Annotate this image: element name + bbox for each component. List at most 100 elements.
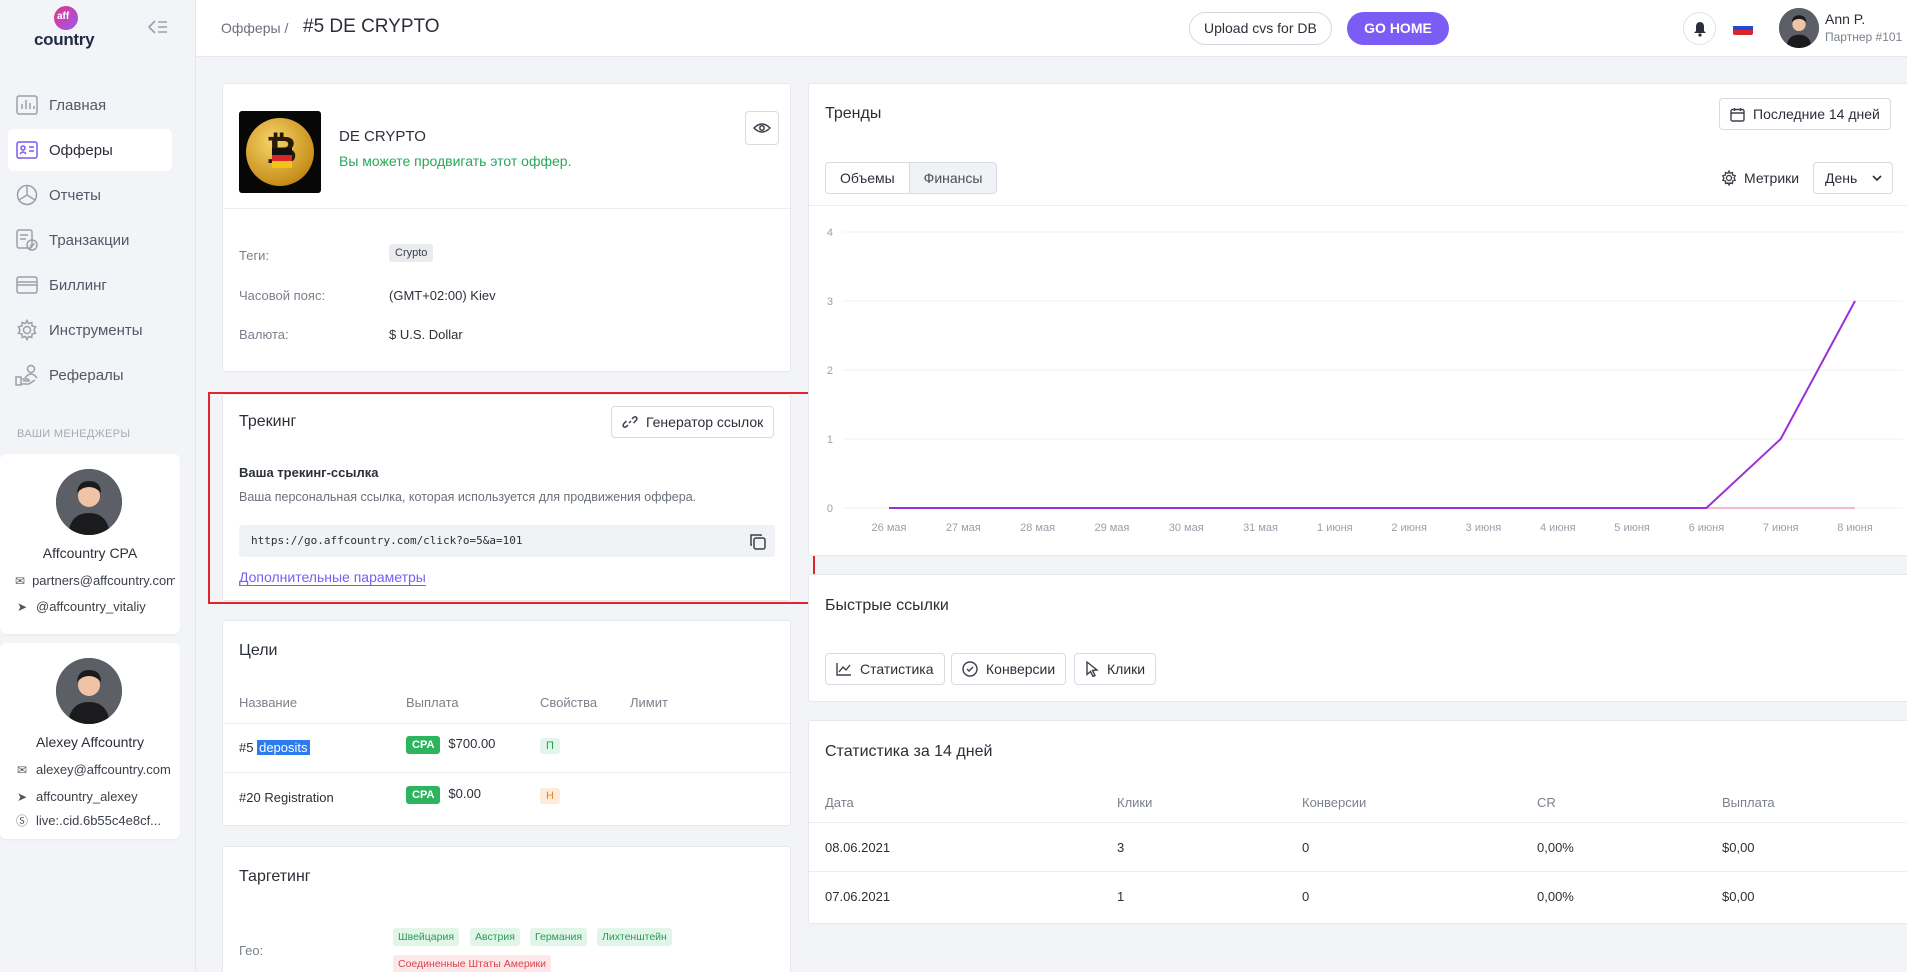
sidebar-item-offers[interactable]: Офферы xyxy=(8,129,172,171)
user-name[interactable]: Ann P. xyxy=(1825,11,1865,27)
manager-card: Alexey Affcountry ✉ alexey@affcountry.com… xyxy=(0,643,180,839)
avatar[interactable] xyxy=(1779,8,1819,48)
table-cell: 1 xyxy=(1117,889,1125,904)
manager-email[interactable]: ✉ alexey@affcountry.com xyxy=(15,762,175,777)
tag-badge: Crypto xyxy=(389,244,434,262)
divider xyxy=(223,772,790,773)
stats-card: Статистика за 14 дней Дата Клики Конверс… xyxy=(808,720,1907,924)
sidebar-item-label: Биллинг xyxy=(49,276,107,294)
geo-allowed-tag: Германия xyxy=(530,928,588,946)
divider xyxy=(809,822,1907,823)
x-tick-label: 1 июня xyxy=(1317,522,1353,534)
timezone-label: Часовой пояс: xyxy=(239,288,326,303)
quick-links-card: Быстрые ссылки Статистика Конверсии Клик… xyxy=(808,574,1907,702)
sidebar-item-home[interactable]: Главная xyxy=(8,84,172,126)
property-badge: Н xyxy=(540,788,560,804)
column-header: Дата xyxy=(825,795,854,810)
mail-icon: ✉ xyxy=(16,762,28,777)
highlight-frame xyxy=(208,392,815,604)
property-badge: П xyxy=(540,738,560,754)
sidebar-item-label: Инструменты xyxy=(49,321,143,339)
tags-label: Теги: xyxy=(239,248,270,263)
x-tick-label: 26 мая xyxy=(872,522,907,534)
sidebar-item-tools[interactable]: Инструменты xyxy=(8,309,172,351)
avatar xyxy=(56,469,122,535)
quick-link-conversions[interactable]: Конверсии xyxy=(951,653,1067,685)
gear-icon xyxy=(15,318,39,342)
sidebar-item-label: Офферы xyxy=(49,141,113,159)
sidebar-item-referrals[interactable]: Рефералы xyxy=(8,354,172,396)
currency-value: $ U.S. Dollar xyxy=(389,327,463,342)
x-tick-label: 7 июня xyxy=(1763,522,1799,534)
divider xyxy=(223,208,790,209)
table-cell: 0 xyxy=(1302,889,1310,904)
page-title: #5 DE CRYPTO xyxy=(303,16,440,37)
sidebar-nav: Главная Офферы Отчеты Транзакции Биллинг… xyxy=(8,84,172,399)
table-row: #5 deposits xyxy=(239,740,310,755)
language-flag-icon[interactable] xyxy=(1733,21,1753,35)
sidebar-item-reports[interactable]: Отчеты xyxy=(8,174,172,216)
chart-icon xyxy=(15,93,39,117)
targeting-card: Таргетинг Гео: Швейцария Австрия Германи… xyxy=(222,846,791,972)
manager-name: Alexey Affcountry xyxy=(36,734,144,750)
sidebar-item-billing[interactable]: Биллинг xyxy=(8,264,172,306)
sidebar-item-transactions[interactable]: Транзакции xyxy=(8,219,172,261)
y-tick-label: 0 xyxy=(827,503,833,515)
geo-allowed-tag: Лихтенштейн xyxy=(597,928,672,946)
offer-card: ₿ DE CRYPTO Вы можете продвигать этот оф… xyxy=(222,83,791,372)
goal-payout: CPA $0.00 xyxy=(406,786,481,804)
offer-name: DE CRYPTO xyxy=(339,128,426,145)
y-tick-label: 2 xyxy=(827,365,833,377)
managers-label: ВАШИ МЕНЕДЖЕРЫ xyxy=(17,428,131,440)
sidebar-item-label: Рефералы xyxy=(49,366,124,384)
manager-telegram[interactable]: ➤ affcountry_alexey xyxy=(15,789,175,804)
divider xyxy=(809,871,1907,872)
x-tick-label: 30 мая xyxy=(1169,522,1204,534)
telegram-icon: ➤ xyxy=(16,599,28,614)
avatar xyxy=(56,658,122,724)
offer-logo: ₿ xyxy=(239,111,321,193)
goal-property: Н xyxy=(540,787,560,804)
x-tick-label: 27 мая xyxy=(946,522,981,534)
y-tick-label: 4 xyxy=(827,227,833,239)
go-home-button[interactable]: GO HOME xyxy=(1347,12,1449,45)
bell-icon[interactable] xyxy=(1683,12,1716,45)
eye-icon[interactable] xyxy=(745,111,779,145)
x-tick-label: 6 июня xyxy=(1689,522,1725,534)
x-tick-label: 5 июня xyxy=(1614,522,1650,534)
table-cell: 08.06.2021 xyxy=(825,840,891,855)
transactions-icon xyxy=(15,228,39,252)
logo[interactable]: aff country xyxy=(34,6,98,49)
top-header: Офферы / #5 DE CRYPTO Upload cvs for DB … xyxy=(196,0,1907,57)
breadcrumb[interactable]: Офферы / xyxy=(221,20,288,36)
trend-chart: 0 1 2 3 4 26 мая 27 мая 28 мая 29 мая 30 мая 31 ма… xyxy=(827,227,1903,534)
sidebar-item-label: Транзакции xyxy=(49,231,130,249)
cpa-badge: CPA xyxy=(406,786,441,804)
referrals-icon xyxy=(15,363,39,387)
pie-icon xyxy=(15,183,39,207)
column-header: Название xyxy=(239,695,298,710)
table-cell: 3 xyxy=(1117,840,1125,855)
quick-links-title: Быстрые ссылки xyxy=(825,597,949,614)
goals-card: Цели Название Выплата Свойства Лимит #5 … xyxy=(222,620,791,826)
manager-telegram[interactable]: ➤ @affcountry_vitaliy xyxy=(15,599,175,614)
german-flag-icon xyxy=(272,148,292,168)
x-tick-label: 4 июня xyxy=(1540,522,1576,534)
goal-payout: CPA $700.00 xyxy=(406,736,495,754)
skype-icon: Ⓢ xyxy=(15,814,28,828)
collapse-sidebar-icon[interactable] xyxy=(146,18,170,38)
id-card-icon xyxy=(15,138,39,162)
trends-card: Тренды Последние 14 дней Объемы Финансы … xyxy=(808,83,1907,556)
card-icon xyxy=(15,273,39,297)
quick-link-statistics[interactable]: Статистика xyxy=(825,653,945,685)
x-tick-label: 8 июня xyxy=(1837,522,1873,534)
quick-link-clicks[interactable]: Клики xyxy=(1074,653,1157,685)
table-cell: 07.06.2021 xyxy=(825,889,891,904)
manager-email[interactable]: ✉ partners@affcountry.com xyxy=(15,573,175,588)
check-circle-icon xyxy=(962,661,978,677)
x-tick-label: 29 мая xyxy=(1094,522,1129,534)
manager-skype[interactable]: Ⓢlive:.cid.6b55c4e8cf... xyxy=(15,812,175,829)
upload-csv-button[interactable]: Upload cvs for DB xyxy=(1189,12,1332,45)
sidebar-item-label: Отчеты xyxy=(49,186,101,204)
column-header: Клики xyxy=(1117,795,1153,810)
